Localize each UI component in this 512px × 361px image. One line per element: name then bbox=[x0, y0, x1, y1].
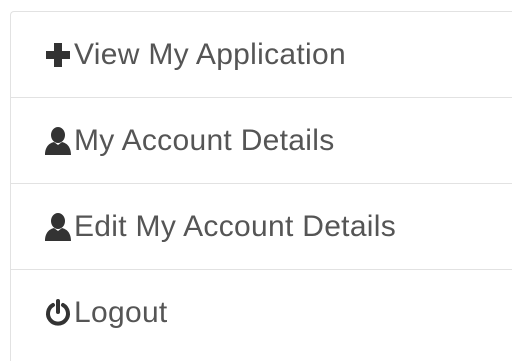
menu-item-view-application[interactable]: View My Application bbox=[11, 12, 512, 98]
plus-icon bbox=[42, 39, 74, 71]
menu-item-logout[interactable]: Logout bbox=[11, 270, 512, 356]
user-icon bbox=[42, 211, 74, 243]
menu-item-account-details[interactable]: My Account Details bbox=[11, 98, 512, 184]
menu-item-label: Edit My Account Details bbox=[74, 209, 397, 243]
menu-item-label: My Account Details bbox=[74, 123, 335, 157]
menu-item-edit-account-details[interactable]: Edit My Account Details bbox=[11, 184, 512, 270]
user-icon bbox=[42, 125, 74, 157]
account-menu: View My Application My Account Details E… bbox=[10, 11, 512, 361]
power-icon bbox=[42, 297, 74, 329]
menu-item-label: Logout bbox=[74, 296, 168, 329]
menu-item-label: View My Application bbox=[74, 37, 346, 71]
